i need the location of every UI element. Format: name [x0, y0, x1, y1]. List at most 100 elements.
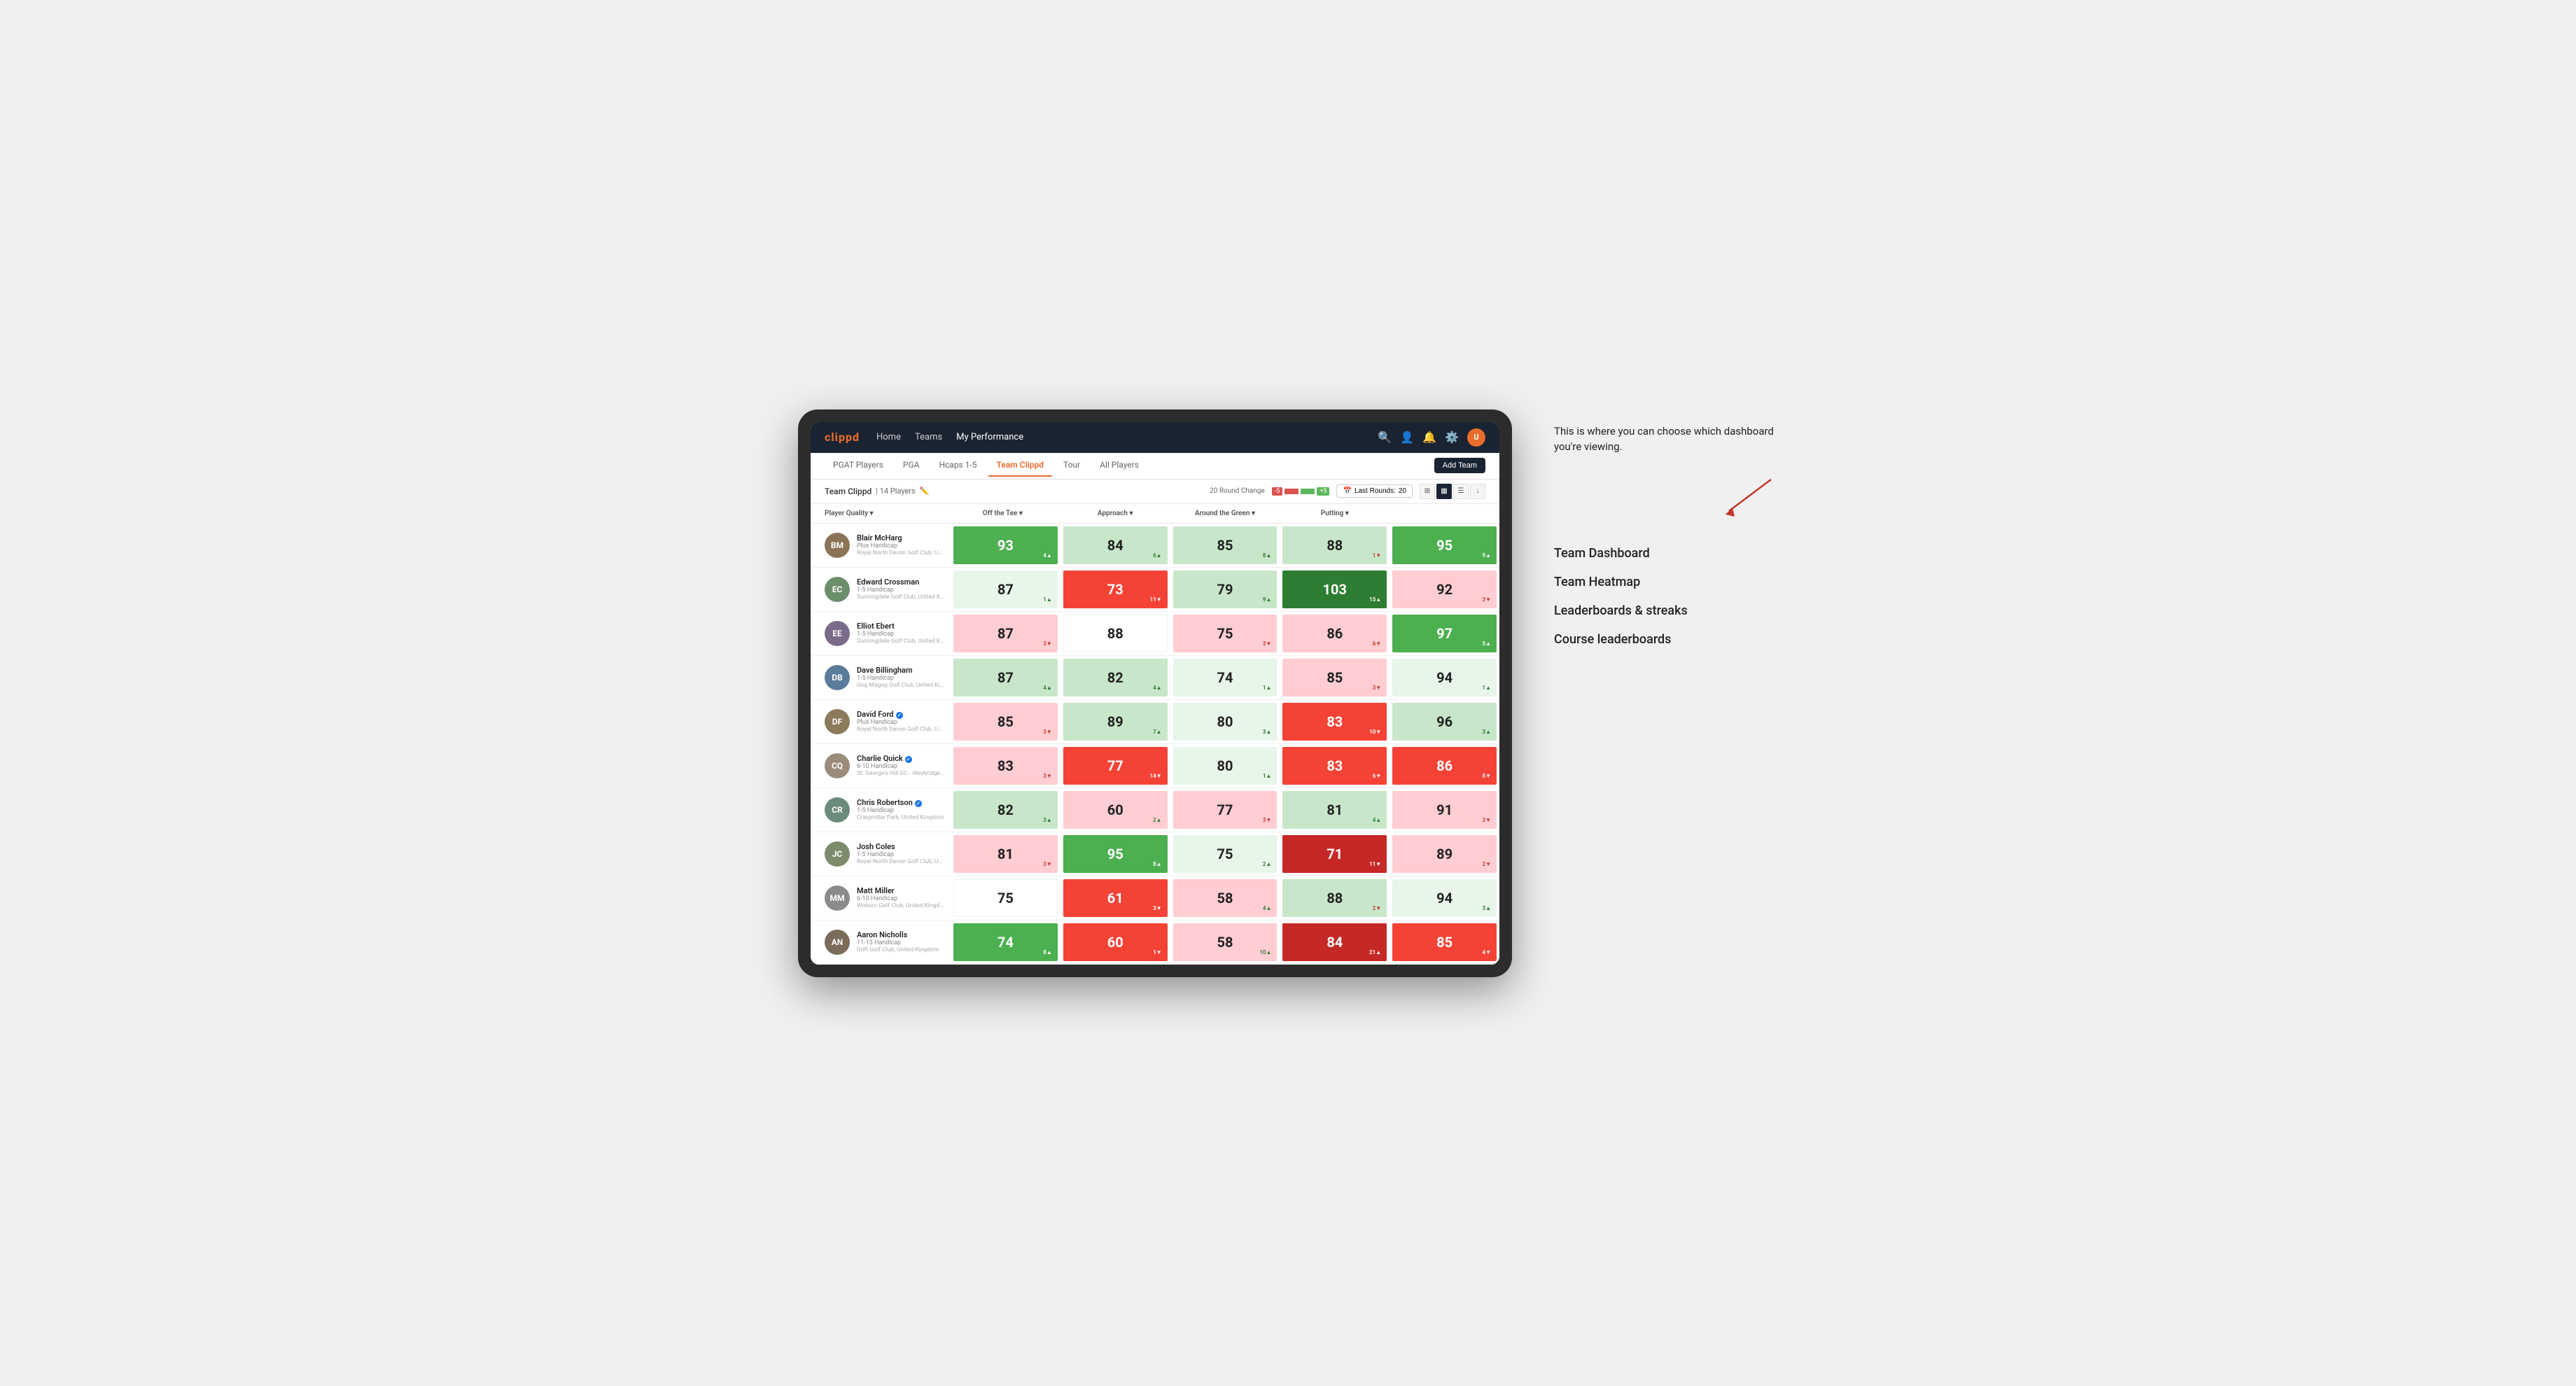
tab-pga[interactable]: PGA [895, 454, 928, 477]
score-box: 813▼ [953, 835, 1058, 873]
score-delta: 3▼ [1263, 817, 1272, 823]
download-button[interactable]: ↓ [1470, 484, 1485, 499]
bell-icon[interactable]: 🔔 [1422, 430, 1436, 444]
player-name: Matt Miller [857, 886, 945, 895]
person-icon[interactable]: 👤 [1400, 430, 1414, 444]
table-row[interactable]: CQCharlie Quick✓6-10 HandicapSt. George'… [811, 744, 1499, 788]
col-header-approach[interactable]: Approach ▾ [1060, 507, 1170, 520]
score-main: 88 [1107, 625, 1124, 642]
player-handicap: 1-5 Handicap [857, 675, 945, 682]
score-delta: 8▲ [1263, 552, 1272, 559]
player-details: Blair McHargPlus HandicapRoyal North Dev… [857, 533, 945, 556]
player-avatar: EE [825, 621, 850, 646]
score-box: 814▲ [1282, 791, 1387, 829]
table-row[interactable]: CRChris Robertson✓1-5 HandicapCraigmilla… [811, 788, 1499, 832]
score-delta: 3▼ [1153, 905, 1162, 911]
score-cell: 941▲ [1390, 656, 1499, 699]
score-cell: 854▼ [1390, 920, 1499, 964]
settings-icon[interactable]: ⚙️ [1445, 430, 1459, 444]
table-row[interactable]: DF David Ford✓Plus HandicapRoyal North De… [811, 700, 1499, 744]
table-row[interactable]: BMBlair McHargPlus HandicapRoyal North D… [811, 524, 1499, 568]
score-box: 8421▲ [1282, 923, 1387, 961]
tab-tour[interactable]: Tour [1055, 454, 1088, 477]
score-delta: 3▼ [1043, 729, 1052, 735]
navbar-link-home[interactable]: Home [876, 429, 901, 445]
add-team-button[interactable]: Add Team [1434, 458, 1485, 473]
annotation-item-1: Team Heatmap [1554, 575, 1778, 589]
player-club: Drift Golf Club, United Kingdom [857, 946, 939, 953]
score-cell: 813▼ [951, 832, 1060, 876]
score-cell: 836▼ [1280, 744, 1390, 788]
score-delta: 1▲ [1263, 685, 1272, 691]
score-main: 93 [997, 537, 1014, 554]
score-delta: 3▲ [1263, 729, 1272, 735]
col-header-tee[interactable]: Off the Tee ▾ [951, 507, 1060, 520]
score-main: 97 [1436, 625, 1452, 642]
round-bar-red [1284, 489, 1298, 494]
table-view-button[interactable]: ▦ [1436, 484, 1452, 499]
score-box: 823▲ [953, 791, 1058, 829]
score-cell: 753▼ [1170, 612, 1280, 655]
grid-view-button[interactable]: ⊞ [1420, 484, 1435, 499]
table-row[interactable]: ANAaron Nicholls11-15 HandicapDrift Golf… [811, 920, 1499, 965]
score-box: 913▼ [1392, 791, 1497, 829]
player-handicap: Plus Handicap [857, 542, 945, 550]
toolbar-right: 20 Round Change -5 +5 📅 Last Rounds: 20 … [1210, 484, 1485, 499]
table-row[interactable]: DBDave Billingham1-5 HandicapGog Magog G… [811, 656, 1499, 700]
score-main: 58 [1217, 934, 1233, 951]
score-cell: 871▲ [951, 568, 1060, 611]
score-main: 83 [997, 757, 1014, 774]
player-info-cell: ECEdward Crossman1-5 HandicapSunningdale… [811, 568, 951, 611]
player-info-cell: BMBlair McHargPlus HandicapRoyal North D… [811, 524, 951, 567]
table-row[interactable]: MMMatt Miller6-10 HandicapWoburn Golf Cl… [811, 876, 1499, 920]
tab-pgat-players[interactable]: PGAT Players [825, 454, 892, 477]
score-main: 83 [1326, 713, 1343, 730]
tab-team-clippd[interactable]: Team Clippd [988, 454, 1052, 477]
score-cell: 958▲ [1060, 832, 1170, 876]
score-delta: 4▲ [1043, 685, 1052, 691]
score-main: 95 [1107, 846, 1124, 862]
list-view-button[interactable]: ☰ [1453, 484, 1469, 499]
score-delta: 3▼ [1373, 685, 1382, 691]
score-main: 58 [1217, 890, 1233, 906]
navbar-link-teams[interactable]: Teams [915, 429, 942, 445]
score-cell: 5810▲ [1170, 920, 1280, 964]
player-avatar: EC [825, 577, 850, 602]
user-avatar[interactable]: U [1467, 428, 1485, 447]
col-header-putting[interactable]: Putting ▾ [1280, 507, 1390, 520]
score-cell: 892▼ [1390, 832, 1499, 876]
table-row[interactable]: EEElliot Ebert1-5 HandicapSunningdale Go… [811, 612, 1499, 656]
col-header-player[interactable]: Player Quality ▾ [811, 507, 951, 520]
score-cell: 874▲ [951, 656, 1060, 699]
player-club: Craigmillar Park, United Kingdom [857, 814, 944, 821]
score-main: 81 [1326, 802, 1343, 818]
player-avatar: DF [825, 709, 850, 734]
score-delta: 3▼ [1043, 773, 1052, 779]
player-handicap: Plus Handicap [857, 719, 945, 726]
navbar-link-myperformance[interactable]: My Performance [956, 429, 1023, 445]
score-box: 846▲ [1063, 526, 1168, 564]
score-delta: 4▲ [1153, 685, 1162, 691]
verified-badge: ✓ [915, 800, 922, 807]
score-cell: 799▲ [1170, 568, 1280, 611]
score-delta: 3▼ [1483, 596, 1492, 603]
tab-hcaps[interactable]: Hcaps 1-5 [930, 454, 985, 477]
search-icon[interactable]: 🔍 [1378, 430, 1392, 444]
tab-all-players[interactable]: All Players [1091, 454, 1147, 477]
edit-icon[interactable]: ✏️ [920, 486, 930, 496]
score-main: 82 [1107, 669, 1124, 686]
col-header-around[interactable]: Around the Green ▾ [1170, 507, 1280, 520]
score-delta: 14▼ [1150, 773, 1162, 779]
table-row[interactable]: ECEdward Crossman1-5 HandicapSunningdale… [811, 568, 1499, 612]
score-main: 61 [1107, 890, 1124, 906]
score-main: 95 [1436, 537, 1452, 554]
player-details: David Ford✓Plus HandicapRoyal North Devo… [857, 710, 945, 733]
score-box: 873▼ [953, 615, 1058, 652]
score-cell: 7714▼ [1060, 744, 1170, 788]
score-delta: 6▲ [1153, 552, 1162, 559]
calendar-icon: 📅 [1343, 487, 1351, 495]
table-row[interactable]: JCJosh Coles1-5 HandicapRoyal North Devo… [811, 832, 1499, 876]
score-main: 86 [1326, 625, 1343, 642]
score-main: 85 [1326, 669, 1343, 686]
last-rounds-button[interactable]: 📅 Last Rounds: 20 [1336, 484, 1413, 498]
